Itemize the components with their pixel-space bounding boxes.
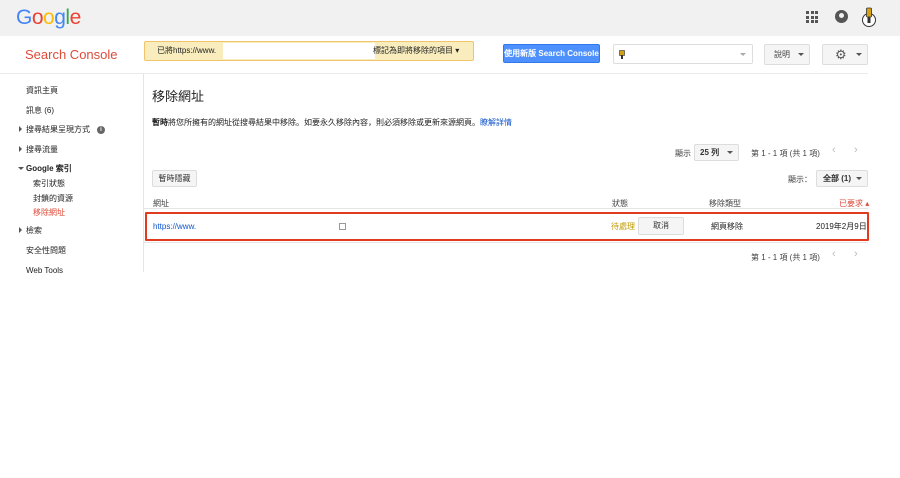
expand-arrow-icon[interactable]	[19, 126, 22, 132]
property-selector[interactable]	[613, 44, 753, 64]
learn-more-link[interactable]: 瞭解詳情	[480, 118, 512, 127]
next-page-icon[interactable]: ›	[854, 248, 858, 260]
cancel-request-button[interactable]: 取消	[638, 217, 684, 235]
settings-button[interactable]: ⚙	[822, 44, 868, 65]
row-requested-date: 2019年2月9日	[816, 222, 867, 231]
new-search-console-button[interactable]: 使用新版 Search Console	[503, 44, 600, 63]
expand-arrow-icon[interactable]	[19, 227, 22, 233]
rows-per-page-select[interactable]: 25 列	[694, 144, 739, 161]
rows-label: 顯示	[675, 149, 691, 158]
prev-page-icon[interactable]: ‹	[832, 144, 836, 156]
logo-letter: G	[16, 6, 32, 29]
prev-page-icon[interactable]: ‹	[832, 248, 836, 260]
gear-icon: ⚙	[835, 47, 847, 62]
chevron-down-icon	[740, 53, 746, 56]
expand-arrow-icon[interactable]	[19, 146, 22, 152]
page-title: 移除網址	[152, 89, 205, 104]
sidebar-item-crawl[interactable]: 檢索	[26, 226, 42, 236]
search-console-brand[interactable]: Search Console	[25, 47, 118, 62]
notice-url: https://www.	[173, 46, 217, 55]
table-header-divider	[144, 208, 868, 209]
logo-letter: g	[54, 6, 66, 29]
top-bar: Google	[0, 0, 900, 36]
filter-value: 全部 (1)	[823, 174, 851, 183]
notice-suffix: 標記為即將移除的項目 ▾	[373, 46, 460, 55]
filter-select[interactable]: 全部 (1)	[816, 170, 868, 187]
sidebar-item-remove-urls[interactable]: 移除網址	[33, 208, 65, 218]
temporary-hide-button[interactable]: 暫時隱藏	[152, 170, 197, 187]
chevron-down-icon	[856, 177, 862, 180]
table-bottom-divider	[144, 242, 868, 243]
site-lock-icon	[619, 50, 625, 59]
google-logo[interactable]: Google	[16, 6, 81, 30]
external-link-icon[interactable]	[339, 223, 346, 230]
sidebar-item-search-traffic[interactable]: 搜尋流量	[26, 145, 58, 155]
removal-notice[interactable]: 已將 https://www. 標記為即將移除的項目 ▾	[144, 41, 474, 61]
notifications-icon[interactable]	[835, 10, 848, 23]
collapse-arrow-icon[interactable]	[18, 167, 24, 170]
sidebar-item-google-index[interactable]: Google 索引	[26, 164, 72, 174]
pagination-range-bottom: 第 1 - 1 項 (共 1 項)	[751, 253, 820, 262]
redacted-area	[223, 43, 375, 59]
notice-prefix: 已將	[157, 46, 173, 55]
row-removal-type: 網頁移除	[711, 222, 743, 231]
description-text: 將您所擁有的網址從搜尋結果中移除。如要永久移除內容，則必須移除或更新來源網頁。	[168, 118, 480, 127]
sidebar-item-web-tools[interactable]: Web Tools	[26, 266, 63, 276]
chevron-down-icon	[727, 151, 733, 154]
help-label: 說明	[774, 50, 790, 59]
sidebar-item-search-appearance[interactable]: 搜尋結果呈現方式	[26, 125, 90, 135]
filter-label: 顯示：	[788, 175, 812, 184]
rows-value: 25 列	[700, 148, 720, 157]
sidebar-item-dashboard[interactable]: 資訊主頁	[26, 86, 58, 96]
pagination-range: 第 1 - 1 項 (共 1 項)	[751, 149, 820, 158]
chevron-down-icon	[798, 53, 804, 56]
help-button[interactable]: 說明	[764, 44, 810, 65]
sidebar-item-blocked-resources[interactable]: 封鎖的資源	[33, 194, 73, 204]
next-page-icon[interactable]: ›	[854, 144, 858, 156]
apps-grid-icon[interactable]	[806, 11, 818, 23]
header-divider	[0, 73, 868, 74]
description-bold: 暫時	[152, 118, 168, 127]
page-description: 暫時將您所擁有的網址從搜尋結果中移除。如要永久移除內容，則必須移除或更新來源網頁…	[152, 117, 512, 128]
table-row	[145, 212, 869, 241]
info-icon[interactable]: i	[97, 126, 105, 134]
account-avatar-icon[interactable]	[861, 6, 877, 28]
logo-letter: e	[69, 6, 82, 29]
chevron-down-icon	[856, 53, 862, 56]
sidebar-item-index-status[interactable]: 索引狀態	[33, 179, 65, 189]
logo-letter: o	[31, 6, 44, 29]
logo-letter: o	[43, 6, 55, 29]
sidebar-item-messages[interactable]: 訊息 (6)	[26, 106, 54, 116]
row-status: 待處理	[611, 222, 635, 231]
sidebar-item-security-issues[interactable]: 安全性問題	[26, 246, 66, 256]
row-url-link[interactable]: https://www.	[153, 222, 196, 232]
